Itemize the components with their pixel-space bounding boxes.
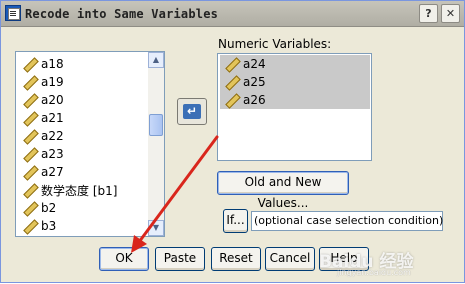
annotation-arrow-icon <box>131 135 219 253</box>
watermark-url: jingyan.baidu.com <box>337 268 411 277</box>
recode-dialog: Recode into Same Variables ? ✕ a18 a19 a… <box>0 0 465 283</box>
